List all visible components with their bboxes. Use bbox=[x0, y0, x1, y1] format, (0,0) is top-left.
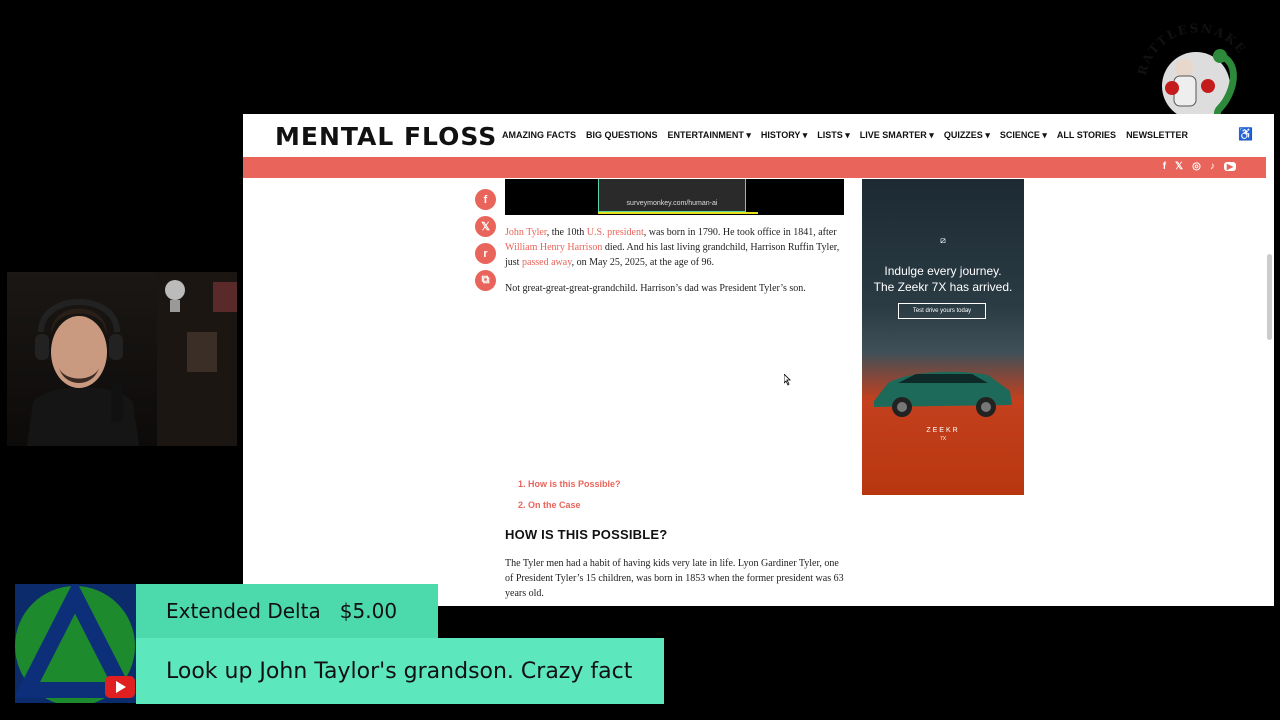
nav-lists[interactable]: LISTS ▾ bbox=[817, 130, 850, 141]
link-john-tyler[interactable]: John Tyler bbox=[505, 227, 547, 238]
ad-car-image bbox=[874, 371, 1012, 417]
mouse-cursor-icon bbox=[784, 374, 791, 386]
ad-model: 7X bbox=[939, 436, 947, 442]
browser-viewport: MENTAL FLOSS AMAZING FACTS BIG QUESTIONS… bbox=[243, 114, 1274, 606]
social-bar: f 𝕏 ◎ ♪ ▶ bbox=[243, 157, 1266, 178]
donor-name: Extended Delta bbox=[166, 599, 321, 623]
webcam-feed bbox=[7, 272, 237, 446]
donor-avatar bbox=[15, 584, 136, 703]
nav-history[interactable]: HISTORY ▾ bbox=[761, 130, 807, 141]
share-reddit-icon[interactable]: r bbox=[475, 243, 496, 264]
article-paragraph-2: Not great-great-great-grandchild. Harris… bbox=[505, 283, 806, 294]
youtube-icon[interactable]: ▶ bbox=[1223, 162, 1236, 171]
copy-link-icon[interactable]: ⧉ bbox=[475, 270, 496, 291]
nav-amazing-facts[interactable]: AMAZING FACTS bbox=[502, 130, 576, 141]
facebook-icon[interactable]: f bbox=[1163, 161, 1166, 172]
article-paragraph-3: The Tyler men had a habit of having kids… bbox=[505, 558, 844, 599]
link-william-henry-harrison[interactable]: William Henry Harrison bbox=[505, 242, 602, 253]
toc-item-on-the-case[interactable]: 2. On the Case bbox=[518, 500, 581, 510]
donation-message-box: Look up John Taylor's grandson. Crazy fa… bbox=[136, 638, 664, 704]
streamer-image bbox=[27, 272, 237, 446]
nav-live-smarter[interactable]: LIVE SMARTER ▾ bbox=[860, 130, 934, 141]
nav-big-questions[interactable]: BIG QUESTIONS bbox=[586, 130, 658, 141]
section-heading: HOW IS THIS POSSIBLE? bbox=[505, 527, 668, 542]
ad-test-drive-button[interactable]: Test drive yours today bbox=[898, 303, 986, 319]
site-logo[interactable]: MENTAL FLOSS bbox=[275, 122, 497, 151]
donation-message: Look up John Taylor's grandson. Crazy fa… bbox=[166, 658, 633, 684]
nav-quizzes[interactable]: QUIZZES ▾ bbox=[944, 130, 990, 141]
article-paragraph-1: John Tyler, the 10th U.S. president, was… bbox=[505, 227, 840, 268]
share-facebook-icon[interactable]: f bbox=[475, 189, 496, 210]
donation-header: Extended Delta $5.00 bbox=[136, 584, 438, 638]
image-caption: surveymonkey.com/human-ai bbox=[626, 200, 718, 207]
zeekr-ad[interactable]: ⧄ Indulge every journey. The Zeekr 7X has… bbox=[862, 179, 1024, 495]
x-icon[interactable]: 𝕏 bbox=[1175, 161, 1183, 172]
link-us-president[interactable]: U.S. president bbox=[587, 227, 644, 238]
accessibility-icon[interactable]: ♿ bbox=[1238, 127, 1253, 141]
instagram-icon[interactable]: ◎ bbox=[1192, 161, 1201, 172]
nav-entertainment[interactable]: ENTERTAINMENT ▾ bbox=[668, 130, 751, 141]
ad-headline: Indulge every journey. The Zeekr 7X has a… bbox=[873, 264, 1013, 294]
ad-brandmark-icon: ⧄ bbox=[940, 235, 946, 245]
nav-all-stories[interactable]: ALL STORIES bbox=[1057, 130, 1116, 141]
ad-brand: ZEEKR bbox=[926, 427, 960, 434]
donation-amount: $5.00 bbox=[339, 599, 398, 623]
share-x-icon[interactable]: 𝕏 bbox=[475, 216, 496, 237]
tiktok-icon[interactable]: ♪ bbox=[1210, 161, 1215, 172]
link-passed-away[interactable]: passed away bbox=[522, 257, 572, 268]
page-scrollbar[interactable] bbox=[1267, 254, 1272, 340]
nav-science[interactable]: SCIENCE ▾ bbox=[1000, 130, 1047, 141]
toc-item-how-possible[interactable]: 1. How is this Possible? bbox=[518, 479, 621, 489]
article-image: surveymonkey.com/human-ai bbox=[505, 179, 844, 215]
nav-newsletter[interactable]: NEWSLETTER bbox=[1126, 130, 1188, 141]
site-navbar: MENTAL FLOSS AMAZING FACTS BIG QUESTIONS… bbox=[243, 114, 1274, 157]
nav-links: AMAZING FACTS BIG QUESTIONS ENTERTAINMEN… bbox=[502, 130, 1188, 141]
